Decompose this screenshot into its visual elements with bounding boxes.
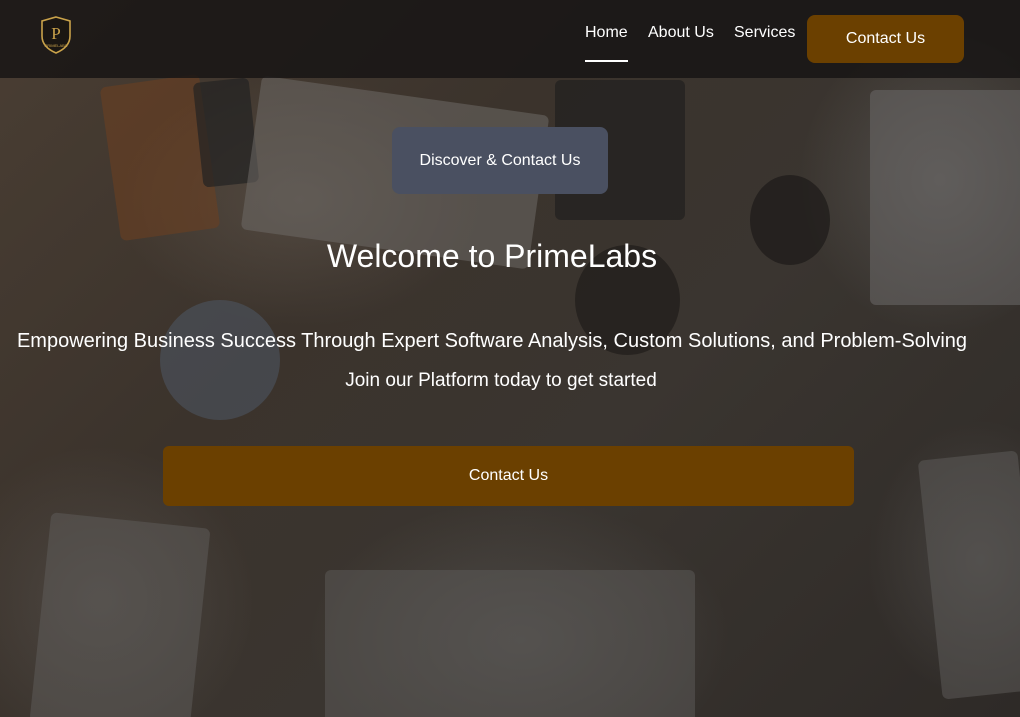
nav-link-home[interactable]: Home <box>585 24 628 42</box>
bg-laptop <box>917 450 1020 700</box>
site-header: P PRIMELABS Home About Us Services Conta… <box>0 0 1020 78</box>
hero-title: Welcome to PrimeLabs <box>326 238 658 274</box>
bg-laptop <box>29 512 211 717</box>
header-contact-us-button[interactable]: Contact Us <box>807 15 964 63</box>
hero-subtitle: Empowering Business Success Through Expe… <box>16 330 968 352</box>
desk-background-image <box>0 0 1020 717</box>
nav-active-indicator <box>585 60 628 62</box>
nav-link-about-us[interactable]: About Us <box>648 24 714 42</box>
hero-tagline: Join our Platform today to get started <box>345 370 657 391</box>
svg-text:PRIMELABS: PRIMELABS <box>45 43 68 48</box>
svg-text:P: P <box>51 24 60 43</box>
nav-link-services[interactable]: Services <box>734 24 795 42</box>
landing-page: P PRIMELABS Home About Us Services Conta… <box>0 0 1020 717</box>
bg-laptop <box>325 570 695 717</box>
discover-contact-button[interactable]: Discover & Contact Us <box>392 127 608 194</box>
primelabs-shield-logo-icon[interactable]: P PRIMELABS <box>40 16 72 54</box>
bg-bowl <box>160 300 280 420</box>
hero-contact-us-button[interactable]: Contact Us <box>163 446 854 506</box>
